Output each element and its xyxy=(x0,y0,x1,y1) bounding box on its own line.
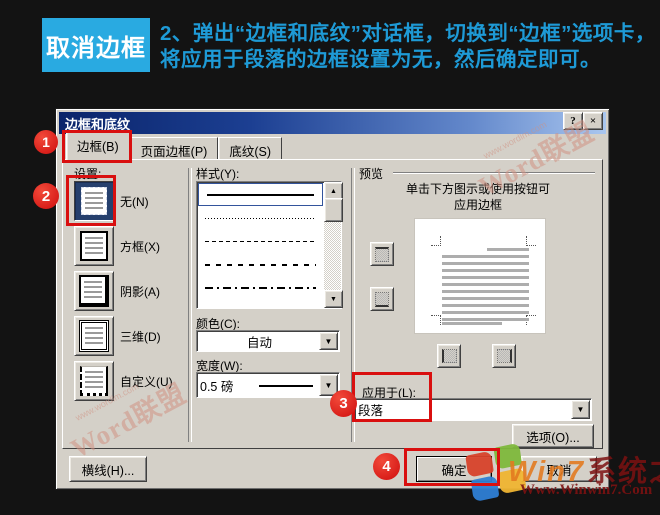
options-button[interactable]: 选项(O)... xyxy=(512,424,594,448)
setting-shadow-label: 阴影(A) xyxy=(120,285,160,299)
preview-diagram[interactable] xyxy=(414,218,546,334)
top-border-button[interactable] xyxy=(370,242,394,266)
style-scrollbar[interactable]: ▲ ▼ xyxy=(324,182,343,308)
setting-none-label: 无(N) xyxy=(120,195,149,209)
annotation-rect-tab xyxy=(62,130,132,163)
left-border-button[interactable] xyxy=(437,344,461,368)
preview-rule xyxy=(393,172,595,173)
horizontal-line-button[interactable]: 横线(H)... xyxy=(69,456,147,482)
annotation-step-2: 2 xyxy=(33,183,59,209)
corner-mark xyxy=(431,236,441,246)
column-divider xyxy=(188,168,192,442)
annotation-step-3: 3 xyxy=(330,390,357,417)
shadow-setting-icon xyxy=(79,275,109,307)
setting-3d-label: 三维(D) xyxy=(120,330,161,344)
borders-and-shading-dialog: 边框和底纹 ? × 边框(B) 页面边框(P) 底纹(S) 设置: 无(N) 方… xyxy=(55,108,610,490)
style-label: 样式(Y): xyxy=(196,167,240,181)
close-icon[interactable]: × xyxy=(583,112,603,130)
top-border-icon xyxy=(375,246,389,262)
step-instruction-text: 2、弹出“边框和底纹”对话框，切换到“边框”选项卡，将应用于段落的边框设置为无，… xyxy=(160,22,656,71)
corner-mark xyxy=(526,236,536,246)
corner-mark xyxy=(431,315,441,325)
cancel-button[interactable]: 取消 xyxy=(521,456,597,482)
setting-box-button[interactable] xyxy=(74,226,114,266)
annotation-rect-apply xyxy=(352,372,432,422)
annotation-rect-none xyxy=(66,175,116,226)
box-setting-icon xyxy=(80,231,108,261)
bottom-border-icon xyxy=(375,291,389,307)
style-item-dash-dot[interactable] xyxy=(197,276,324,299)
chevron-down-icon[interactable]: ▼ xyxy=(319,332,338,350)
setting-3d-button[interactable] xyxy=(74,316,114,356)
width-line-sample xyxy=(259,385,313,387)
chevron-down-icon[interactable]: ▼ xyxy=(571,400,590,419)
setting-custom-button[interactable] xyxy=(74,361,114,401)
tab-shading[interactable]: 底纹(S) xyxy=(218,137,283,161)
annotation-rect-ok xyxy=(404,448,500,486)
preview-label: 预览 xyxy=(359,167,384,181)
right-border-icon xyxy=(496,349,512,363)
left-border-icon xyxy=(441,349,457,363)
scroll-down-icon[interactable]: ▼ xyxy=(324,290,343,308)
right-border-button[interactable] xyxy=(492,344,516,368)
preview-text-line xyxy=(442,322,502,325)
style-item-dash-small[interactable] xyxy=(197,230,324,253)
cancel-border-badge: 取消边框 xyxy=(42,18,150,72)
style-item-dash-large[interactable] xyxy=(197,253,324,276)
setting-box-label: 方框(X) xyxy=(120,240,160,254)
style-item-solid[interactable] xyxy=(198,183,323,206)
screenshot-root: 取消边框 2、弹出“边框和底纹”对话框，切换到“边框”选项卡，将应用于段落的边框… xyxy=(0,0,660,515)
style-listbox[interactable]: ▲ ▼ xyxy=(196,181,343,309)
width-dropdown[interactable]: 0.5 磅 ▼ xyxy=(196,372,340,398)
preview-caption: 单击下方图示或使用按钮可 应用边框 xyxy=(405,182,550,212)
custom-setting-icon xyxy=(80,366,108,396)
bottom-border-button[interactable] xyxy=(370,287,394,311)
preview-text-lines xyxy=(442,255,529,321)
dialog-titlebar[interactable]: 边框和底纹 xyxy=(59,112,606,134)
annotation-step-1: 1 xyxy=(34,130,58,154)
setting-custom-label: 自定义(U) xyxy=(120,375,173,389)
color-value: 自动 xyxy=(246,335,272,350)
tab-page-border[interactable]: 页面边框(P) xyxy=(129,137,219,161)
help-icon[interactable]: ? xyxy=(563,112,583,130)
style-item-dotted[interactable] xyxy=(197,207,324,230)
setting-shadow-button[interactable] xyxy=(74,271,114,311)
annotation-step-4: 4 xyxy=(373,453,400,480)
preview-text-line xyxy=(487,248,529,251)
scroll-thumb[interactable] xyxy=(324,198,343,222)
threed-setting-icon xyxy=(79,320,109,352)
color-dropdown[interactable]: 自动 ▼ xyxy=(196,330,340,352)
